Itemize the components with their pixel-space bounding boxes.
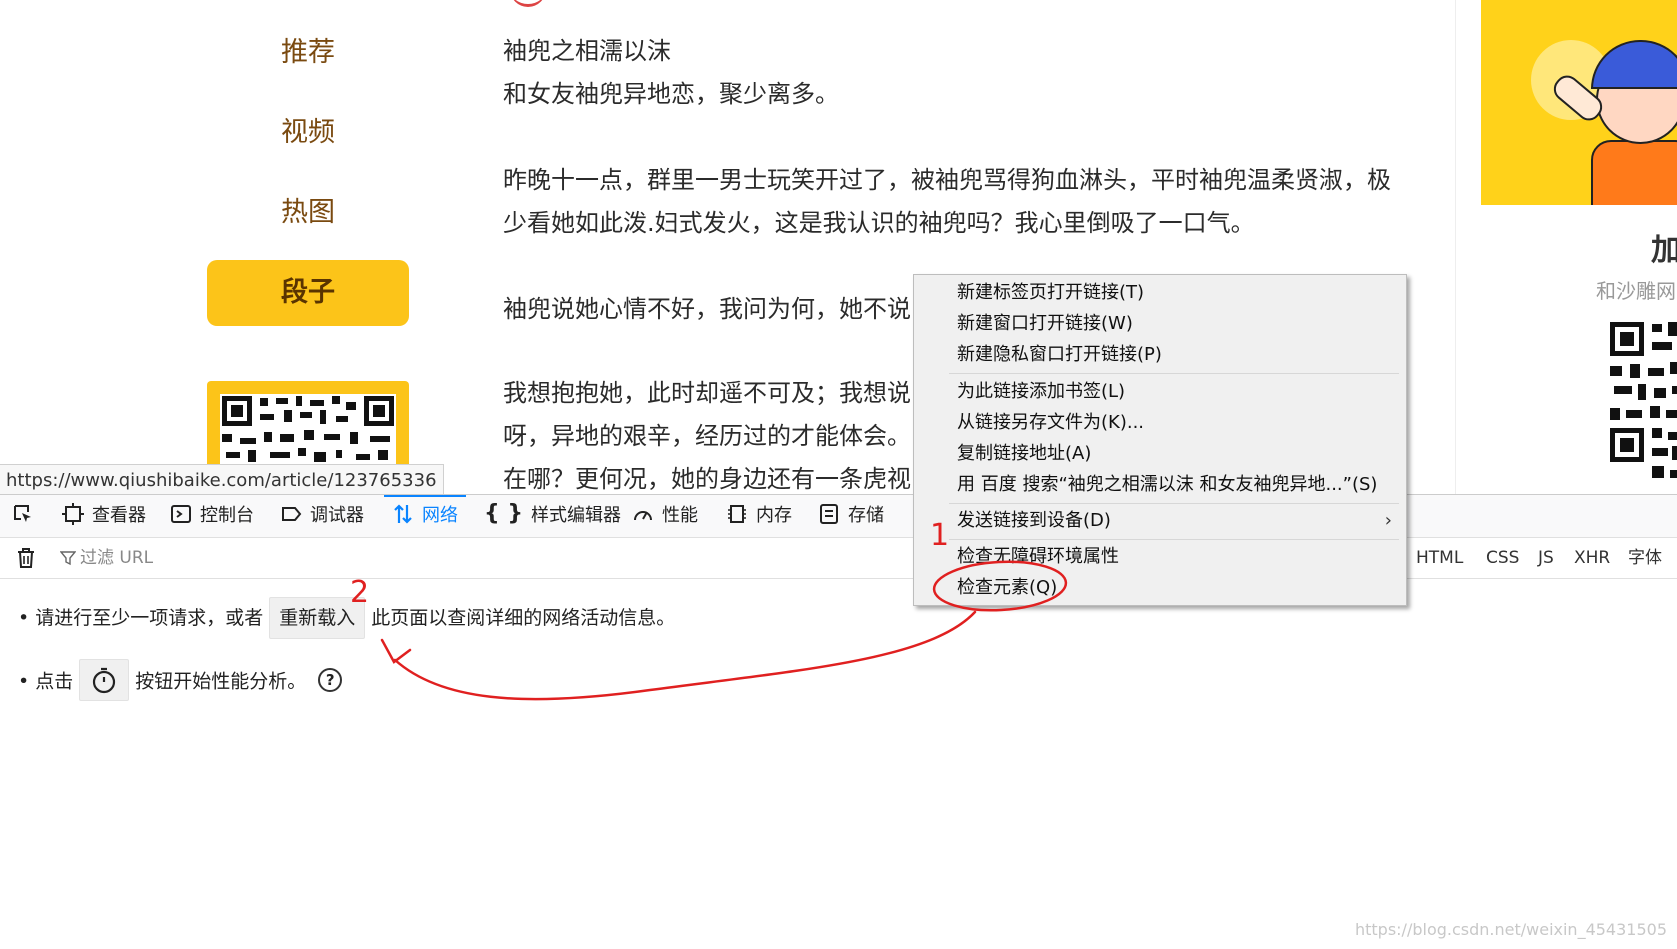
filter-type-xhr[interactable]: XHR (1574, 544, 1610, 572)
performance-message: • 点击 按钮开始性能分析。? (18, 659, 343, 703)
mascot-banner[interactable] (1481, 0, 1677, 205)
sidebar-item-jokes[interactable]: 段子 (207, 260, 409, 326)
tab-label: 内存 (756, 505, 792, 526)
url-filter-input[interactable]: 过滤 URL (59, 544, 460, 572)
filter-type-fonts[interactable]: 字体 (1628, 544, 1662, 572)
tab-network[interactable]: 网络 (384, 495, 466, 537)
filter-type-html[interactable]: HTML (1416, 544, 1463, 572)
filter-type-js[interactable]: JS (1538, 544, 1554, 572)
sidebar-item-hot-pics[interactable]: 热图 (207, 180, 409, 246)
trash-icon[interactable] (14, 546, 38, 570)
tab-console[interactable]: 控制台 (170, 495, 254, 537)
chevron-right-icon: › (1384, 510, 1392, 531)
tab-label: 控制台 (200, 505, 254, 526)
menu-separator (949, 503, 1399, 504)
menu-item-copy-link[interactable]: 复制链接地址(A) (914, 438, 1406, 469)
tab-inspector[interactable]: 查看器 (62, 495, 146, 537)
article-line: 袖兜说她心情不好，我问为何，她不说 (503, 295, 911, 323)
link-status-url: https://www.qiushibaike.com/article/1237… (0, 464, 444, 495)
join-heading: 加 (1651, 233, 1677, 268)
menu-item-inspect-element[interactable]: 检查元素(Q) (914, 572, 1406, 603)
article-line: 在哪？更何况，她的身边还有一条虎视 (503, 465, 911, 493)
avatar-fragment (510, 0, 546, 7)
message-text: • 点击 (18, 670, 74, 693)
element-picker-button[interactable] (12, 495, 42, 537)
tab-memory[interactable]: 内存 (726, 495, 792, 537)
menu-item-search-baidu[interactable]: 用 百度 搜索“袖兜之相濡以沫 和女友袖兜异地...”(S) (914, 469, 1406, 500)
tab-label: 网络 (422, 505, 458, 526)
tab-storage[interactable]: 存储 (818, 495, 884, 537)
network-filter-bar: 过滤 URL HTML CSS JS XHR 字体 (0, 538, 1677, 579)
picker-icon (14, 505, 31, 522)
watermark: https://blog.csdn.net/weixin_45431505 (1354, 920, 1667, 939)
tab-style-editor[interactable]: { } 样式编辑器 (484, 495, 621, 537)
menu-separator (949, 539, 1399, 540)
network-empty-state: • 请进行至少一项请求，或者 重新载入 此页面以查阅详细的网络活动信息。 • 点击 按… (0, 579, 1677, 949)
join-subtitle: 和沙雕网 (1596, 279, 1676, 303)
console-icon (171, 505, 191, 523)
web-page: 推荐 视频 热图 段子 袖兜之相濡以沫 和女友袖兜异地恋，聚少离多。 昨晚十一点… (0, 0, 1677, 495)
stopwatch-button[interactable] (79, 659, 130, 701)
reload-button[interactable]: 重新载入 (269, 597, 366, 639)
stopwatch-icon (93, 667, 116, 694)
context-menu: 新建标签页打开链接(T) 新建窗口打开链接(W) 新建隐私窗口打开链接(P) 为… (913, 274, 1407, 606)
inspector-icon (62, 503, 84, 525)
mascot-body (1591, 140, 1677, 205)
tab-label: 样式编辑器 (530, 505, 621, 526)
menu-item-open-new-window[interactable]: 新建窗口打开链接(W) (914, 308, 1406, 339)
debugger-icon (282, 507, 302, 521)
filter-placeholder: 过滤 URL (80, 548, 154, 568)
article-line: 呀，异地的艰辛，经历过的才能体会。 (503, 422, 911, 450)
menu-item-bookmark-link[interactable]: 为此链接添加书签(L) (914, 376, 1406, 407)
article-title-link[interactable]: 袖兜之相濡以沫 (503, 37, 671, 65)
memory-icon (728, 505, 746, 523)
article-paragraph: 袖兜之相濡以沫 和女友袖兜异地恋，聚少离多。 (503, 30, 1403, 116)
network-icon (394, 504, 412, 524)
performance-icon (634, 511, 652, 521)
devtools-panel: 查看器 控制台 调试器 网络 { } 样式编辑器 性能 内存 存储 过滤 URL … (0, 494, 1677, 949)
article-line: 昨晚十一点，群里一男士玩笑开过了，被袖兜骂得狗血淋头，平时袖兜温柔贤淑，极 (503, 166, 1391, 194)
menu-item-inspect-accessibility[interactable]: 检查无障碍环境属性 (914, 541, 1406, 572)
message-text: 按钮开始性能分析。 (135, 670, 307, 693)
menu-separator (949, 373, 1399, 374)
sidebar-item-recommend[interactable]: 推荐 (207, 20, 409, 86)
menu-item-open-private-window[interactable]: 新建隐私窗口打开链接(P) (914, 339, 1406, 370)
mascot-cap (1591, 40, 1677, 89)
tab-label: 存储 (848, 505, 884, 526)
storage-icon (820, 504, 838, 524)
sidebar-item-video[interactable]: 视频 (207, 100, 409, 166)
article-line: 少看她如此泼.妇式发火，这是我认识的袖兜吗？我心里倒吸了一口气。 (503, 209, 1255, 237)
tab-label: 查看器 (92, 505, 146, 526)
article-line: 我想抱抱她，此时却遥不可及；我想说 (503, 379, 911, 407)
menu-item-label: 发送链接到设备(D) (957, 510, 1111, 531)
menu-item-save-link-as[interactable]: 从链接另存文件为(K)... (914, 407, 1406, 438)
menu-item-open-new-tab[interactable]: 新建标签页打开链接(T) (914, 277, 1406, 308)
qr-code-image-right (1608, 320, 1677, 490)
network-empty-message: • 请进行至少一项请求，或者 重新载入 此页面以查阅详细的网络活动信息。 (18, 597, 675, 639)
tab-label: 性能 (662, 505, 698, 526)
tab-performance[interactable]: 性能 (632, 495, 698, 537)
message-text: • 请进行至少一项请求，或者 (18, 607, 264, 629)
style-editor-icon: { } (484, 501, 523, 526)
menu-item-send-to-device[interactable]: 发送链接到设备(D) › (914, 505, 1406, 536)
article-paragraph: 昨晚十一点，群里一男士玩笑开过了，被袖兜骂得狗血淋头，平时袖兜温柔贤淑，极 少看… (503, 159, 1403, 245)
tab-debugger[interactable]: 调试器 (280, 495, 364, 537)
tab-label: 调试器 (310, 505, 364, 526)
article-line: 和女友袖兜异地恋，聚少离多。 (503, 80, 839, 108)
right-sidebar: 加 和沙雕网 (1455, 0, 1677, 495)
devtools-toolbar: 查看器 控制台 调试器 网络 { } 样式编辑器 性能 内存 存储 (0, 495, 1677, 538)
filter-icon (59, 551, 77, 566)
filter-type-css[interactable]: CSS (1486, 544, 1519, 572)
help-icon[interactable]: ? (318, 668, 343, 692)
message-text: 此页面以查阅详细的网络活动信息。 (371, 607, 676, 629)
